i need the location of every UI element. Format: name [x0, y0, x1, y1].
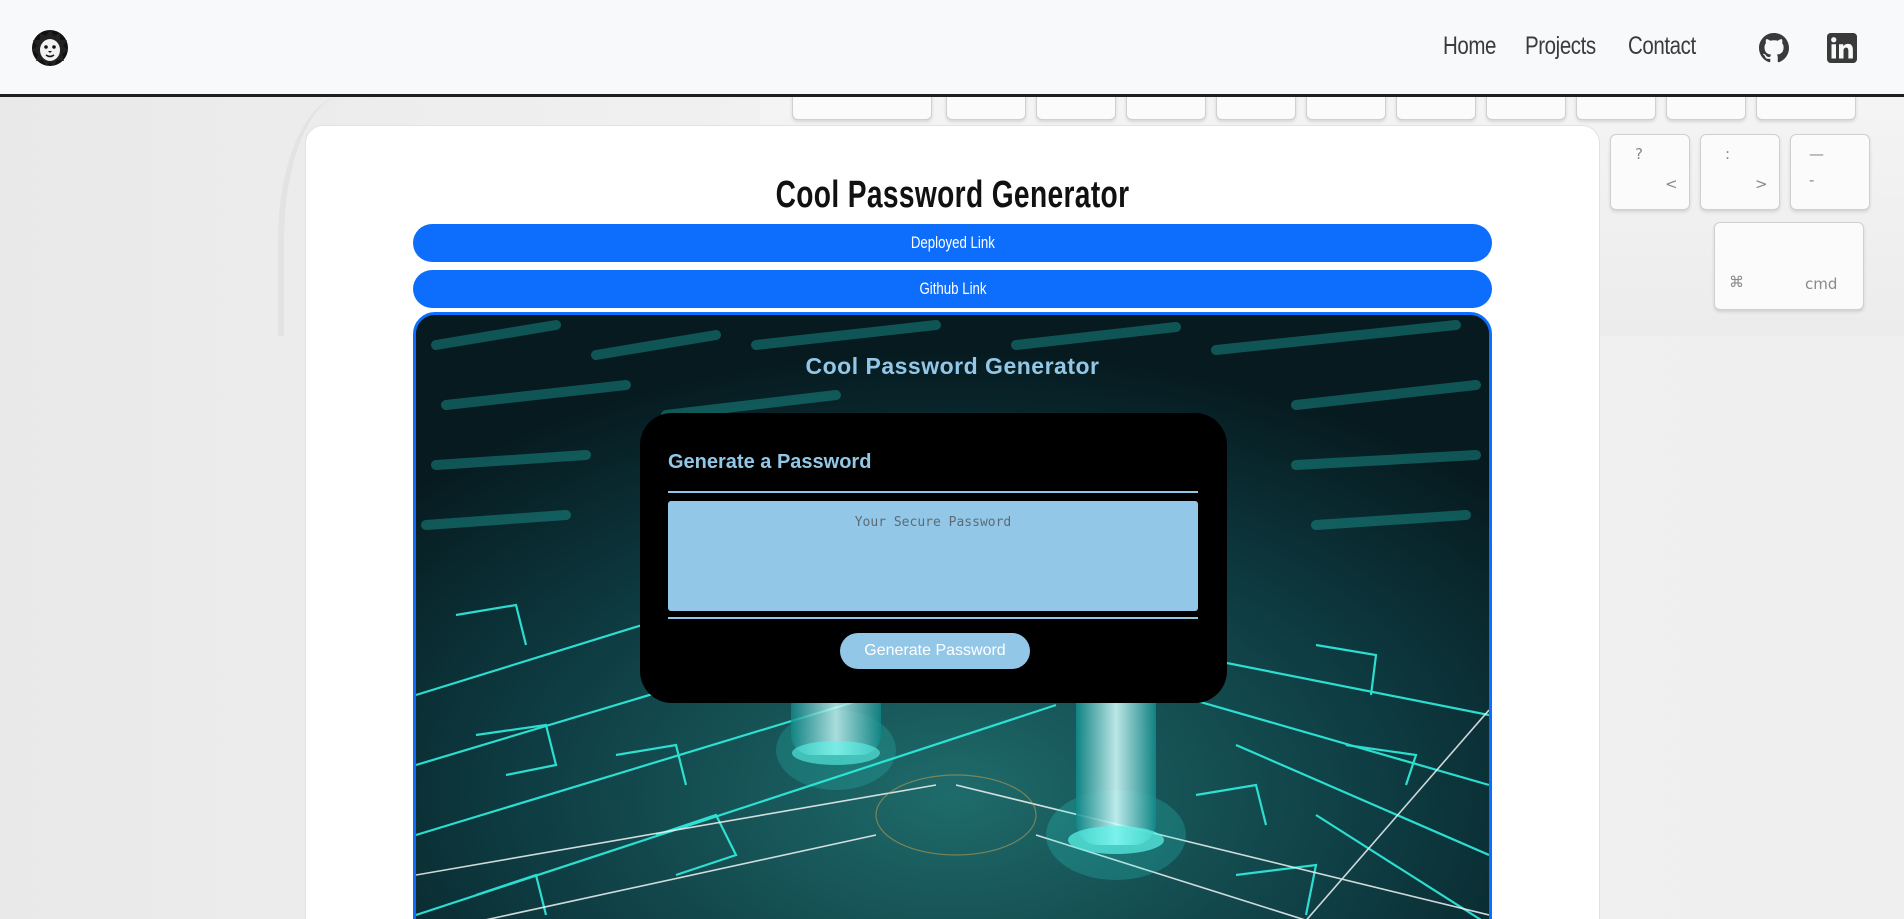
project-preview-image: Cool Password Generator Generate a Passw…: [413, 312, 1492, 919]
key-legend: <: [1665, 175, 1678, 193]
key-legend: >: [1755, 175, 1768, 193]
deployed-link-button[interactable]: Deployed Link: [413, 224, 1492, 262]
github-link-button[interactable]: Github Link: [413, 270, 1492, 308]
generator-heading: Generate a Password: [668, 451, 872, 473]
key-legend: —: [1809, 145, 1824, 163]
generate-password-button[interactable]: Generate Password: [840, 633, 1030, 669]
page-title: Cool Password Generator: [775, 174, 1130, 216]
key-legend: -: [1809, 171, 1815, 189]
nav-projects-link[interactable]: Projects: [1525, 32, 1596, 61]
github-icon[interactable]: [1759, 33, 1789, 63]
deployed-link-label: Deployed Link: [910, 233, 995, 252]
app-title: Cool Password Generator: [805, 353, 1100, 379]
key-legend: :: [1725, 145, 1731, 163]
divider: [668, 617, 1198, 619]
lion-head-icon[interactable]: [30, 28, 70, 68]
github-link-label: Github Link: [918, 279, 987, 298]
nav-home-link[interactable]: Home: [1443, 32, 1496, 61]
password-generator-card: Generate a Password Generate Password: [640, 413, 1227, 703]
key-legend: cmd: [1805, 275, 1838, 293]
divider: [668, 491, 1198, 493]
navbar: Home Projects Contact: [0, 0, 1904, 97]
password-output[interactable]: [668, 501, 1198, 611]
project-card: Cool Password Generator Deployed Link Gi…: [305, 125, 1600, 919]
linkedin-icon[interactable]: [1827, 33, 1857, 63]
key-legend: ?: [1635, 145, 1643, 163]
key-legend: ⌘: [1729, 273, 1744, 291]
nav-contact-link[interactable]: Contact: [1628, 32, 1696, 61]
